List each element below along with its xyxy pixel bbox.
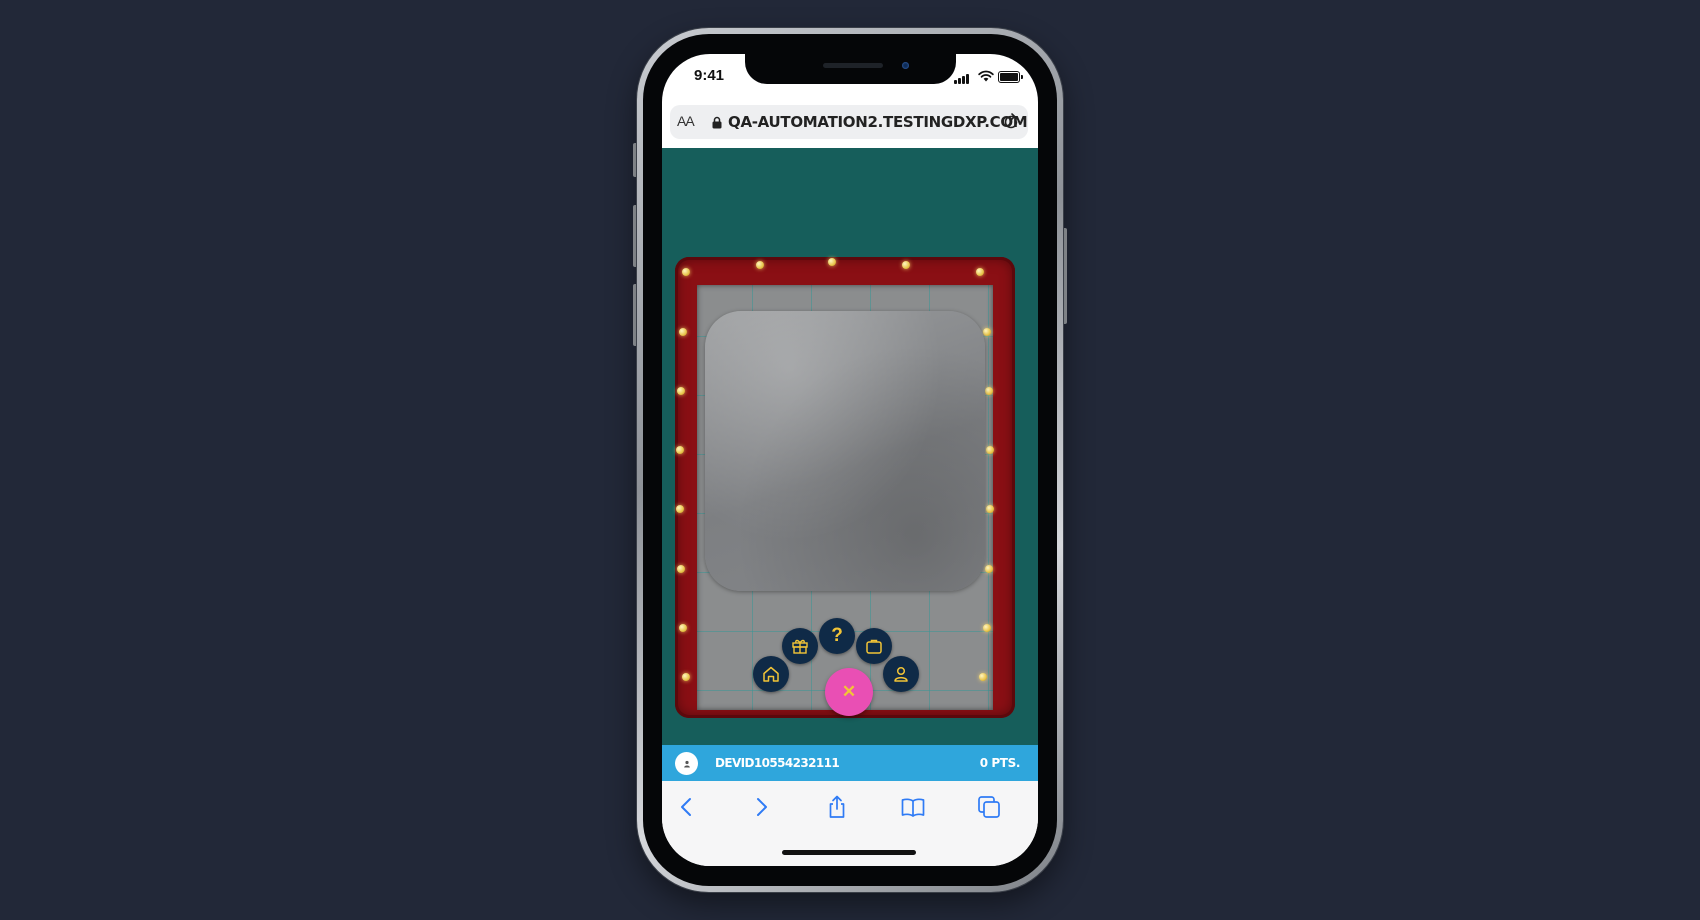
marquee-bulb <box>902 261 910 269</box>
browser-toolbar <box>662 781 1038 866</box>
user-icon <box>683 760 690 767</box>
text-size-button[interactable]: AA <box>677 113 695 129</box>
game-area: ? <box>662 148 1038 745</box>
earpiece-speaker <box>823 63 883 68</box>
marquee-bulb <box>676 505 684 513</box>
share-button[interactable] <box>824 794 850 820</box>
marquee-bulb <box>983 624 991 632</box>
status-icons <box>944 70 1024 84</box>
notch <box>745 54 956 84</box>
marquee-bulb <box>983 328 991 336</box>
avatar[interactable] <box>675 752 698 775</box>
username: DEVID10554232111 <box>715 756 840 770</box>
status-time: 9:41 <box>694 67 725 84</box>
status-bar: 9:41 <box>662 54 1038 102</box>
wallet-button[interactable] <box>856 628 892 664</box>
share-icon <box>829 795 845 818</box>
back-button[interactable] <box>674 794 700 820</box>
url-text[interactable]: QA-AUTOMATION2.TESTINGDXP.COM <box>728 113 1028 131</box>
marquee-bulb <box>828 258 836 266</box>
wifi-icon <box>978 70 994 82</box>
gift-icon <box>792 639 808 654</box>
home-icon <box>763 666 779 682</box>
marquee-bulb <box>986 505 994 513</box>
marquee-bulb <box>986 446 994 454</box>
close-menu-button[interactable]: ✕ <box>825 668 873 716</box>
marquee-bulb <box>985 387 993 395</box>
lock-icon <box>712 116 722 129</box>
marquee-bulb <box>985 565 993 573</box>
bookmarks-button[interactable] <box>900 794 926 820</box>
points-balance: 0 PTS. <box>979 756 1021 770</box>
close-icon: ✕ <box>841 682 857 701</box>
forward-button[interactable] <box>748 794 774 820</box>
home-button[interactable] <box>753 656 789 692</box>
profile-button[interactable] <box>883 656 919 692</box>
tabs-button[interactable] <box>976 794 1002 820</box>
help-button[interactable]: ? <box>819 618 855 654</box>
rewards-button[interactable] <box>782 628 818 664</box>
front-camera <box>902 62 909 69</box>
user-bar: DEVID10554232111 0 PTS. <box>662 745 1038 781</box>
briefcase-icon <box>866 639 882 654</box>
phone-screen: 9:41 AA QA-AUTOMATION2.TESTINGDXP.COM ? … <box>662 54 1038 866</box>
device-mockup: 9:41 AA QA-AUTOMATION2.TESTINGDXP.COM ? … <box>0 0 1700 920</box>
help-icon: ? <box>831 625 843 646</box>
reload-icon[interactable] <box>1002 113 1020 131</box>
marquee-bulb <box>682 268 690 276</box>
tabs-icon <box>978 796 1000 818</box>
marquee-bulb <box>979 673 987 681</box>
back-icon <box>681 798 691 816</box>
forward-icon <box>757 798 767 816</box>
marquee-bulb <box>976 268 984 276</box>
marquee-bulb <box>679 624 687 632</box>
address-bar[interactable]: AA QA-AUTOMATION2.TESTINGDXP.COM <box>670 105 1028 139</box>
home-indicator <box>782 850 916 855</box>
profile-icon <box>894 666 908 682</box>
bookmarks-icon <box>901 798 925 817</box>
scratch-card[interactable] <box>705 311 985 591</box>
marquee-bulb <box>677 565 685 573</box>
marquee-bulb <box>682 673 690 681</box>
battery-icon <box>998 71 1023 83</box>
marquee-bulb <box>676 446 684 454</box>
marquee-bulb <box>756 261 764 269</box>
marquee-bulb <box>677 387 685 395</box>
marquee-bulb <box>679 328 687 336</box>
